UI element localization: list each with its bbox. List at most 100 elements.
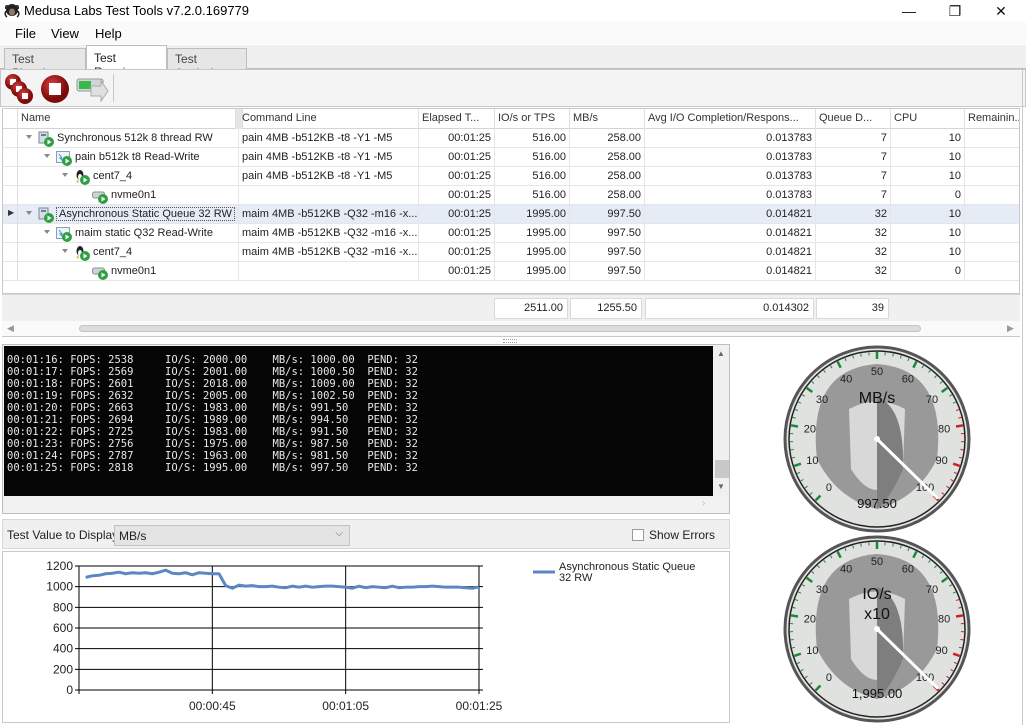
cell-elapsed[interactable]: 00:01:25 [419,262,495,281]
cell-remaining[interactable] [965,148,1019,167]
header-cpu[interactable]: CPU [891,109,965,129]
cell-mbs[interactable]: 258.00 [570,148,645,167]
cell-cpu[interactable]: 10 [891,243,965,262]
grid-horizontal-scrollbar[interactable]: ◀ ▶ [2,321,1020,337]
cell-avg-io[interactable]: 0.014821 [645,243,816,262]
scroll-right-icon[interactable]: ▶ [1007,323,1014,334]
row-indicator[interactable] [3,224,18,243]
cell-iops[interactable]: 1995.00 [495,243,570,262]
cell-name[interactable]: maim static Q32 Read-Write [18,224,239,243]
cell-name[interactable]: Synchronous 512k 8 thread RW [18,129,239,148]
cell-command-line[interactable] [239,262,419,281]
cell-elapsed[interactable]: 00:01:25 [419,148,495,167]
expand-collapse-icon[interactable] [26,211,32,215]
tab-test-running[interactable]: Test Running [86,45,167,79]
row-indicator[interactable] [3,243,18,262]
cell-avg-io[interactable]: 0.013783 [645,148,816,167]
cell-remaining[interactable] [965,243,1019,262]
cell-command-line[interactable]: maim 4MB -b512KB -Q32 -m16 -x... [239,205,419,224]
row-indicator[interactable] [3,262,18,281]
cell-elapsed[interactable]: 00:01:25 [419,224,495,243]
restore-button[interactable]: ❐ [932,0,978,22]
cell-iops[interactable]: 516.00 [495,148,570,167]
menu-file[interactable]: File [15,26,36,41]
cell-queue-depth[interactable]: 32 [816,224,891,243]
cell-mbs[interactable]: 997.50 [570,205,645,224]
console-horizontal-scrollbar[interactable]: › [4,496,713,512]
cell-cpu[interactable]: 10 [891,167,965,186]
test-value-select[interactable]: MB/s ⌵ [114,525,350,546]
row-indicator[interactable] [3,148,18,167]
cell-mbs[interactable]: 258.00 [570,186,645,205]
splitter-handle[interactable] [503,339,517,343]
table-row[interactable]: cent7_4 maim 4MB -b512KB -Q32 -m16 -x... 0… [3,243,1019,262]
cell-iops[interactable]: 1995.00 [495,224,570,243]
cell-remaining[interactable] [965,167,1019,186]
cell-mbs[interactable]: 258.00 [570,167,645,186]
cell-remaining[interactable] [965,129,1019,148]
tab-test-analysis[interactable]: Test Analysis [167,48,247,80]
cell-command-line[interactable]: pain 4MB -b512KB -t8 -Y1 -M5 [239,148,419,167]
tab-test-planning[interactable]: Test Planning [4,48,86,80]
cell-cpu[interactable]: 10 [891,224,965,243]
close-button[interactable]: ✕ [978,0,1024,22]
cell-queue-depth[interactable]: 32 [816,243,891,262]
cell-cpu[interactable]: 10 [891,129,965,148]
expand-collapse-icon[interactable] [62,249,68,253]
header-iops[interactable]: IO/s or TPS [495,109,570,129]
table-row[interactable]: ▶ Asynchronous Static Queue 32 RW maim 4MB… [3,205,1019,224]
table-row[interactable]: pain b512k t8 Read-Write pain 4MB -b512KB… [3,148,1019,167]
cell-queue-depth[interactable]: 32 [816,205,891,224]
cell-cpu[interactable]: 10 [891,205,965,224]
cell-avg-io[interactable]: 0.014821 [645,262,816,281]
cell-name[interactable]: pain b512k t8 Read-Write [18,148,239,167]
cell-name[interactable]: nvme0n1 [18,262,239,281]
expand-collapse-icon[interactable] [44,154,50,158]
console-scroll-right-icon[interactable]: › [702,498,705,509]
cell-command-line[interactable]: maim 4MB -b512KB -Q32 -m16 -x... [239,243,419,262]
cell-avg-io[interactable]: 0.014821 [645,224,816,243]
cell-queue-depth[interactable]: 7 [816,167,891,186]
table-row[interactable]: cent7_4 pain 4MB -b512KB -t8 -Y1 -M5 00:01… [3,167,1019,186]
cell-cpu[interactable]: 0 [891,262,965,281]
header-remaining[interactable]: Remainin... [965,109,1019,129]
cell-iops[interactable]: 1995.00 [495,262,570,281]
table-row[interactable]: maim static Q32 Read-Write maim 4MB -b512… [3,224,1019,243]
row-indicator[interactable]: ▶ [3,205,18,224]
cell-iops[interactable]: 516.00 [495,129,570,148]
header-name[interactable]: Name [18,109,236,129]
show-errors-checkbox[interactable] [632,529,644,541]
cell-elapsed[interactable]: 00:01:25 [419,205,495,224]
scroll-up-icon[interactable]: ▲ [717,349,725,358]
cell-command-line[interactable]: maim 4MB -b512KB -Q32 -m16 -x... [239,224,419,243]
cell-name[interactable]: cent7_4 [18,167,239,186]
console-vertical-scrollbar[interactable]: ▲ ▼ [714,346,729,496]
cell-elapsed[interactable]: 00:01:25 [419,167,495,186]
cell-mbs[interactable]: 997.50 [570,262,645,281]
cell-queue-depth[interactable]: 7 [816,148,891,167]
cell-remaining[interactable] [965,224,1019,243]
export-icon[interactable] [75,72,109,106]
cell-iops[interactable]: 516.00 [495,167,570,186]
menu-view[interactable]: View [51,26,79,41]
stop-icon[interactable] [39,72,73,106]
expand-collapse-icon[interactable] [44,230,50,234]
cell-remaining[interactable] [965,186,1019,205]
cell-command-line[interactable]: pain 4MB -b512KB -t8 -Y1 -M5 [239,167,419,186]
console-scroll-thumb[interactable] [715,460,729,478]
cell-queue-depth[interactable]: 7 [816,129,891,148]
header-elapsed[interactable]: Elapsed T... [419,109,495,129]
table-row[interactable]: nvme0n1 00:01:25 1995.00 997.50 0.014821 32 0 [3,262,1019,281]
cell-mbs[interactable]: 258.00 [570,129,645,148]
cell-iops[interactable]: 516.00 [495,186,570,205]
cell-remaining[interactable] [965,205,1019,224]
cell-name[interactable]: nvme0n1 [18,186,239,205]
cell-elapsed[interactable]: 00:01:25 [419,186,495,205]
cell-name[interactable]: cent7_4 [18,243,239,262]
cell-elapsed[interactable]: 00:01:25 [419,243,495,262]
row-indicator[interactable] [3,129,18,148]
header-mbs[interactable]: MB/s [570,109,645,129]
header-avg-io[interactable]: Avg I/O Completion/Respons... [645,109,816,129]
cell-avg-io[interactable]: 0.013783 [645,167,816,186]
cell-avg-io[interactable]: 0.013783 [645,186,816,205]
